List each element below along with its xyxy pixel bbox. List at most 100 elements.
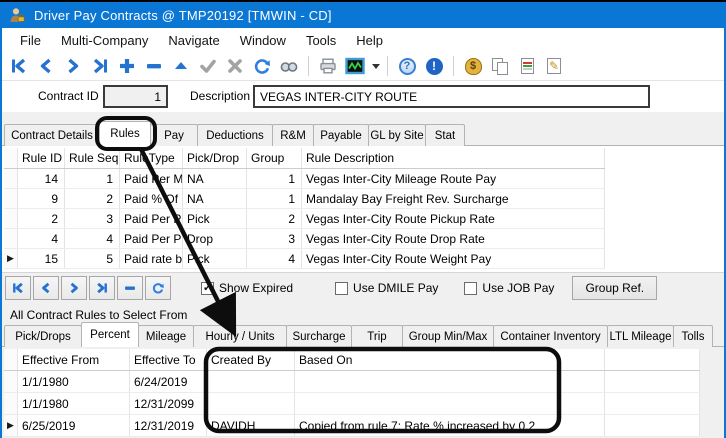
tab-gl-by-site[interactable]: GL by Site [368,124,426,146]
col-rule-description[interactable]: Rule Description [302,148,605,168]
tab-container-inventory[interactable]: Container Inventory [493,325,608,347]
table-row[interactable]: 9 2 Paid % Of Re NA 1 Mandalay Bay Freig… [4,189,605,209]
mini-first-record-icon[interactable] [5,276,31,300]
tab-rules[interactable]: Rules [99,121,151,146]
cell-effective-to: 6/24/2019 [130,371,207,392]
row-selector-cell[interactable] [4,229,18,248]
menu-multi-company[interactable]: Multi-Company [51,30,158,51]
tab-tolls[interactable]: Tolls [673,325,713,347]
about-alert-icon[interactable]: ! [422,54,446,78]
show-expired-checkbox-group[interactable]: ✓ Show Expired [201,281,293,295]
table-row[interactable]: 2 3 Paid Per Pick Pick 2 Vegas Inter-Cit… [4,209,605,229]
col-pick-drop[interactable]: Pick/Drop [183,148,247,168]
collapse-icon[interactable] [169,54,193,78]
tab-hourly-units[interactable]: Hourly / Units [193,325,287,347]
table-row[interactable]: 4 4 Paid Per Pick Drop 3 Vegas Inter-Cit… [4,229,605,249]
cell-rule-type: Paid % Of Re [120,189,183,208]
table-row[interactable]: ▶ 6/25/2019 12/31/2019 DAVIDH Copied fro… [4,415,700,437]
mini-previous-record-icon[interactable] [33,276,59,300]
table-row[interactable]: 1/1/1980 12/31/2099 [4,393,700,415]
delete-record-icon[interactable] [142,54,166,78]
cancel-x-icon[interactable] [223,54,247,78]
use-dmile-checkbox-group[interactable]: Use DMILE Pay [335,281,438,295]
mini-last-record-icon[interactable] [89,276,115,300]
contract-id-field[interactable] [103,85,168,108]
cell-rule-description: Vegas Inter-City Mileage Route Pay [302,169,605,188]
help-icon[interactable]: ? [395,54,419,78]
mini-refresh-icon[interactable] [145,276,171,300]
use-job-checkbox[interactable] [464,282,477,295]
col-group[interactable]: Group [247,148,302,168]
find-binoculars-icon[interactable] [277,54,301,78]
col-rule-type[interactable]: RuleType [120,148,183,168]
row-selector-cell[interactable] [4,371,18,392]
tab-stat[interactable]: Stat [425,124,465,146]
report-form-icon[interactable] [515,54,539,78]
previous-record-icon[interactable] [34,54,58,78]
title-bar[interactable]: Driver Pay Contracts @ TMP20192 [TMWIN -… [0,2,726,28]
table-row[interactable]: 14 1 Paid Per Mile NA 1 Vegas Inter-City… [4,169,605,189]
tab-contract-details[interactable]: Contract Details [4,124,100,146]
mini-next-record-icon[interactable] [61,276,87,300]
menu-help[interactable]: Help [346,30,393,51]
show-expired-checkbox[interactable]: ✓ [201,282,214,295]
tab-surcharge[interactable]: Surcharge [286,325,352,347]
refresh-icon[interactable] [250,54,274,78]
cell-rule-id: 4 [18,229,65,248]
col-effective-to[interactable]: Effective To [130,349,207,370]
effective-dates-table: Effective From Effective To Created By B… [4,349,700,437]
use-dmile-checkbox[interactable] [335,282,348,295]
tab-rm[interactable]: R&M [272,124,314,146]
first-record-icon[interactable] [7,54,31,78]
row-selector-cell[interactable] [4,393,18,414]
col-rule-id[interactable]: Rule ID [18,148,65,168]
tab-pay[interactable]: Pay [150,124,198,146]
menu-file[interactable]: File [10,30,51,51]
lower-tabstrip: Pick/Drops Percent Mileage Hourly / Unit… [4,323,712,347]
menu-navigate[interactable]: Navigate [158,30,229,51]
next-record-icon[interactable] [61,54,85,78]
tab-pick-drops[interactable]: Pick/Drops [4,325,82,347]
edit-notes-icon[interactable]: ✎ [542,54,566,78]
menu-window[interactable]: Window [230,30,296,51]
tab-ltl-mileage[interactable]: LTL Mileage [607,325,674,347]
cell-rule-seq: 5 [65,249,120,268]
cell-pick-drop: Drop [183,229,247,248]
print-icon[interactable] [316,54,340,78]
table-row[interactable]: 1/1/1980 6/24/2019 [4,371,700,393]
row-selector-cell[interactable]: ▶ [4,415,18,436]
tab-trip[interactable]: Trip [351,325,403,347]
col-based-on[interactable]: Based On [295,349,605,370]
row-selector-cell[interactable] [4,209,18,228]
cell-created-by: DAVIDH [207,415,295,436]
tab-group-min-max[interactable]: Group Min/Max [402,325,494,347]
col-effective-from[interactable]: Effective From [18,349,130,370]
description-field[interactable] [253,85,650,108]
monitor-view-icon[interactable] [343,54,367,78]
use-job-checkbox-group[interactable]: Use JOB Pay [464,281,554,295]
cell-pick-drop: Pick [183,209,247,228]
pay-moneybag-icon[interactable]: $ [461,54,485,78]
row-selector-cell[interactable]: ▶ [4,249,18,268]
menu-tools[interactable]: Tools [296,30,346,51]
last-record-icon[interactable] [88,54,112,78]
col-created-by[interactable]: Created By [207,349,295,370]
cell-group: 3 [247,229,302,248]
row-selector-cell[interactable] [4,169,18,188]
copy-icon[interactable] [488,54,512,78]
mini-delete-icon[interactable] [117,276,143,300]
tab-deductions[interactable]: Deductions [197,124,273,146]
col-rule-seq[interactable]: Rule Seq [65,148,120,168]
table-row[interactable]: ▶ 15 5 Paid rate by l Pick 4 Vegas Inter… [4,249,605,269]
cell-rule-type: Paid Per Mile [120,169,183,188]
tab-percent[interactable]: Percent [81,322,139,347]
tab-mileage[interactable]: Mileage [138,325,194,347]
group-ref-button[interactable]: Group Ref. [572,276,657,300]
save-check-icon[interactable] [196,54,220,78]
add-record-icon[interactable] [115,54,139,78]
window-title: Driver Pay Contracts @ TMP20192 [TMWIN -… [34,8,332,23]
cell-rule-type: Paid Per Pick [120,209,183,228]
row-selector-cell[interactable] [4,189,18,208]
tab-payable[interactable]: Payable [313,124,369,146]
monitor-dropdown-icon[interactable] [372,64,380,69]
